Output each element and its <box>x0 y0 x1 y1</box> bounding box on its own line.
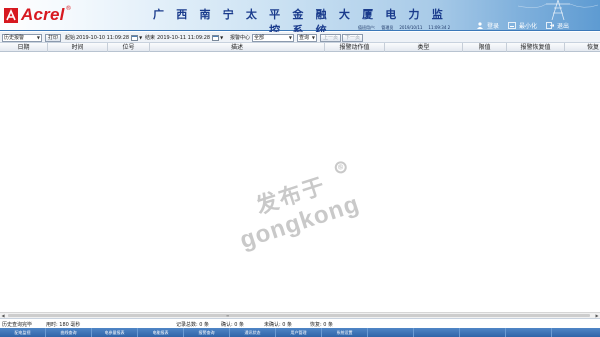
print-button[interactable]: 打印 <box>45 33 62 42</box>
minimize-button[interactable]: 最小化 <box>508 21 537 30</box>
chevron-down-icon: ▼ <box>288 35 292 40</box>
user-info: 值班用户: 管理员 2019/10/11 11:09:34 2 <box>358 25 456 31</box>
column-header-restore-value[interactable]: 报警恢复值 <box>507 43 565 52</box>
exit-icon <box>546 22 555 29</box>
nav-item-distribution-monitor[interactable]: 配电监视 <box>0 328 46 337</box>
logo-registered-mark: ® <box>65 5 72 12</box>
user-name: 管理员 <box>381 25 394 30</box>
minimize-label: 最小化 <box>519 23 538 30</box>
query-label: 查询 <box>299 35 310 41</box>
scrollbar-thumb[interactable] <box>8 314 590 317</box>
chevron-down-icon: ▼ <box>311 35 315 40</box>
column-header-restore[interactable]: 恢复 <box>565 43 600 52</box>
column-header-type[interactable]: 类型 <box>385 43 463 52</box>
end-time-input[interactable]: 2019-10-11 11:09:28 <box>157 35 210 41</box>
status-unconfirmed: 未确认: 0 条 <box>264 322 293 328</box>
view-type-select[interactable]: 历史报警 ▼ <box>2 33 42 42</box>
calendar-icon[interactable] <box>212 34 220 41</box>
minimize-icon <box>508 22 516 29</box>
start-time-label: 起始 <box>65 35 76 41</box>
nav-item-empty[interactable] <box>368 328 414 337</box>
exit-button[interactable]: 退出 <box>546 21 569 30</box>
power-tower-decoration <box>518 0 598 20</box>
login-label: 登录 <box>487 23 500 30</box>
user-label: 值班用户: <box>358 25 376 30</box>
nav-item-empty[interactable] <box>414 328 460 337</box>
alarm-center-value: 全部 <box>254 35 265 41</box>
current-date: 2019/10/11 <box>399 25 423 30</box>
alarm-center-label: 报警中心 <box>230 35 251 41</box>
status-restored: 恢复: 0 条 <box>310 322 334 328</box>
bottom-nav: 配电监视 曲线查询 电参量报表 电能报表 报警查询 通讯状态 用户管理 系统设置 <box>0 328 600 337</box>
query-button[interactable]: 查询 ▼ <box>297 33 317 42</box>
acrel-logo: Acrel ® <box>4 5 72 25</box>
nav-item-comm-status[interactable]: 通讯状态 <box>230 328 276 337</box>
exit-label: 退出 <box>557 23 570 30</box>
nav-item-empty[interactable] <box>460 328 506 337</box>
column-header-date[interactable]: 日期 <box>0 43 48 52</box>
alarm-center-select[interactable]: 全部 ▼ <box>252 33 294 42</box>
column-header-tag[interactable]: 位号 <box>108 43 150 52</box>
nav-item-empty[interactable] <box>552 328 600 337</box>
prev-page-button[interactable]: 上一页 <box>320 33 342 42</box>
chevron-down-icon[interactable]: ▼ <box>139 35 142 40</box>
current-time: 11:09:34 2 <box>428 25 451 30</box>
nav-item-alarm-query[interactable]: 报警查询 <box>184 328 230 337</box>
nav-item-system-settings[interactable]: 系统设置 <box>322 328 368 337</box>
query-toolbar: 历史报警 ▼ 打印 起始 2019-10-10 11:09:28 ▼ 结束 201… <box>0 32 600 43</box>
status-bar: 历史查询完毕 用时: 180 毫秒 记录总数: 0 条 确认: 0 条 未确认:… <box>0 318 600 328</box>
login-button[interactable]: 登录 <box>476 21 499 30</box>
table-body[interactable]: 发布于 gongkong ® <box>0 53 600 312</box>
status-confirmed: 确认: 0 条 <box>221 322 245 328</box>
table-header: 日期 时间 位号 描述 报警动作值 类型 限值 报警恢复值 恢复 <box>0 43 600 52</box>
start-time-input[interactable]: 2019-10-10 11:09:28 <box>76 35 129 41</box>
nav-item-empty[interactable] <box>506 328 552 337</box>
column-header-alarm-value[interactable]: 报警动作值 <box>325 43 385 52</box>
status-total-records: 记录总数: 0 条 <box>176 322 210 328</box>
nav-item-energy-report[interactable]: 电能报表 <box>138 328 184 337</box>
column-header-time[interactable]: 时间 <box>48 43 108 52</box>
title-bar: Acrel ® 广 西 南 宁 太 平 金 融 大 厦 电 力 监 控 系 统 … <box>0 0 600 37</box>
end-time-label: 结束 <box>145 35 156 41</box>
column-header-limit[interactable]: 限值 <box>463 43 507 52</box>
user-icon <box>477 22 483 29</box>
acrel-logo-mark <box>4 7 18 23</box>
nav-item-electrical-report[interactable]: 电参量报表 <box>92 328 138 337</box>
chevron-down-icon[interactable]: ▼ <box>220 35 223 40</box>
column-header-description[interactable]: 描述 <box>150 43 325 52</box>
next-page-button[interactable]: 下一页 <box>342 33 364 42</box>
nav-item-user-management[interactable]: 用户管理 <box>276 328 322 337</box>
calendar-icon[interactable] <box>131 34 139 41</box>
view-type-value: 历史报警 <box>4 35 25 41</box>
nav-item-curve-query[interactable]: 曲线查询 <box>46 328 92 337</box>
logo-text: Acrel <box>21 5 65 24</box>
status-message: 历史查询完毕 <box>2 322 33 328</box>
watermark: 发布于 gongkong ® <box>219 157 377 276</box>
chevron-down-icon: ▼ <box>36 35 40 40</box>
status-elapsed: 用时: 180 毫秒 <box>46 322 81 328</box>
